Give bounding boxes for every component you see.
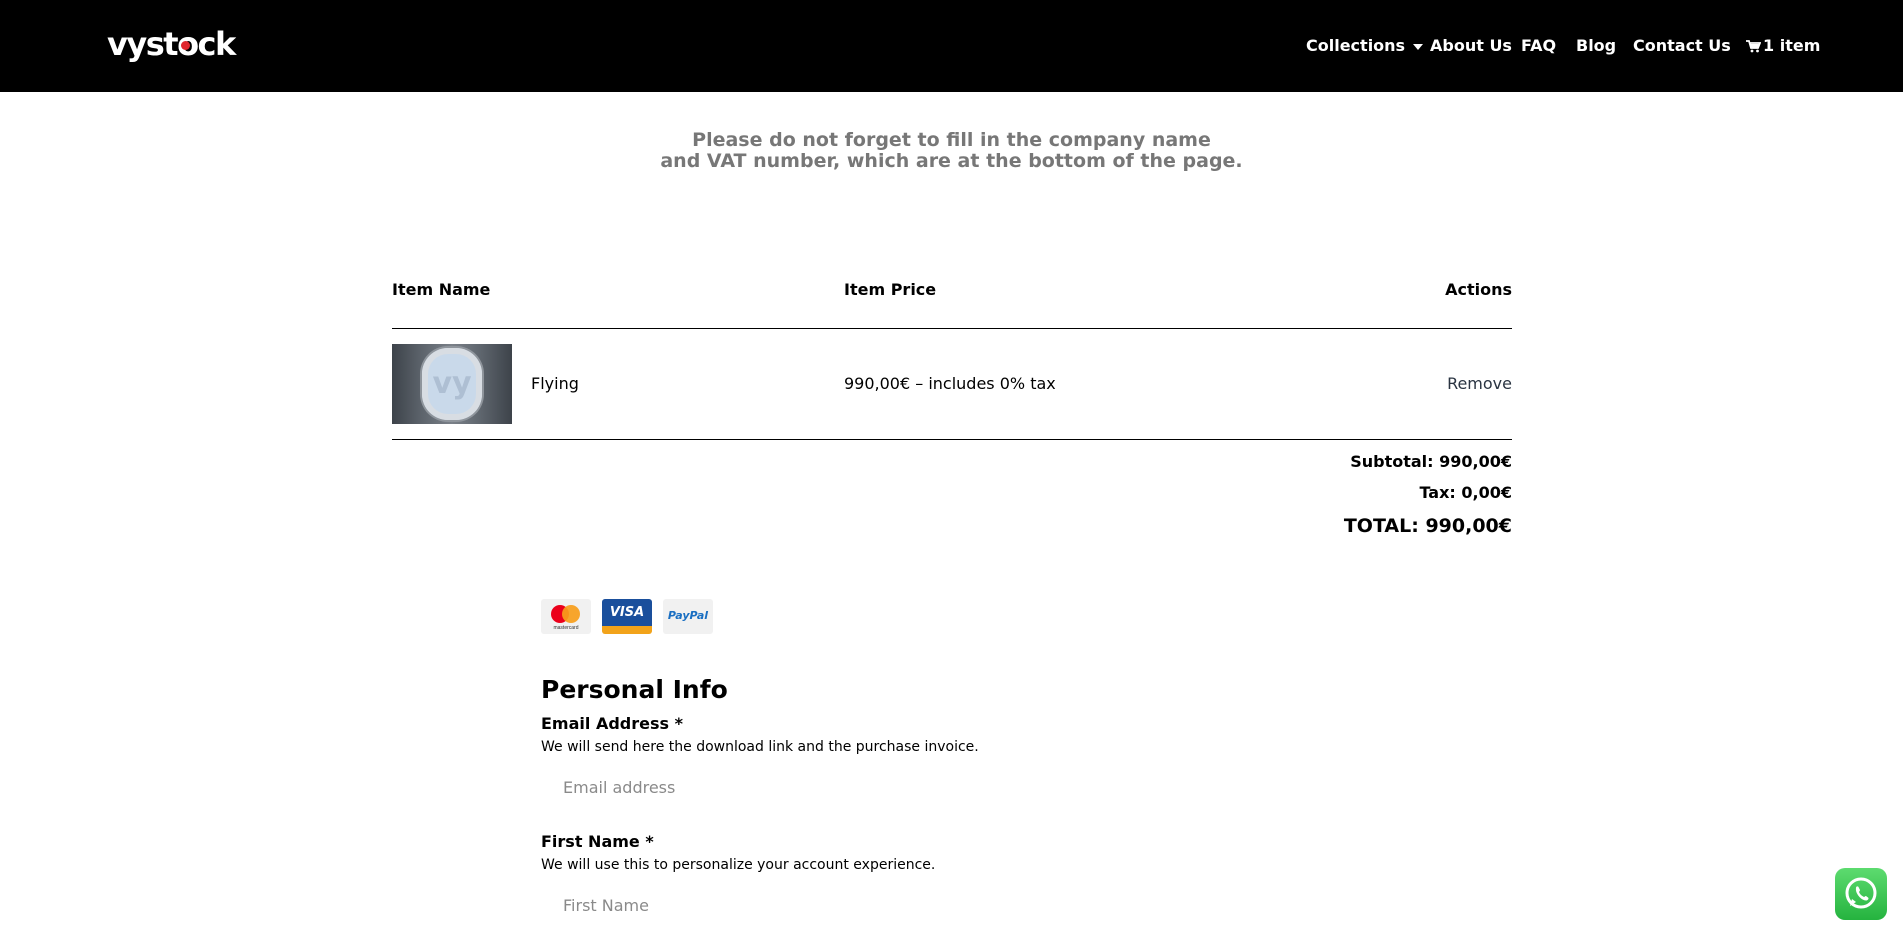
paypal-wordmark: PayPal [667,609,709,622]
remove-item-link[interactable]: Remove [1447,374,1512,394]
visa-icon: VISA [602,599,652,634]
column-header-item-name: Item Name [392,280,491,299]
nav-collections[interactable]: Collections [1306,36,1424,56]
notice-line-2: and VAT number, which are at the bottom … [660,150,1243,172]
table-footer-divider [392,439,1512,440]
mastercard-wordmark: mastercard [553,625,579,631]
item-name[interactable]: Flying [531,374,579,394]
watermark: vy [432,366,472,401]
chevron-down-icon [1413,43,1424,50]
personal-info-heading: Personal Info [541,675,728,704]
tax: Tax: 0,00€ [1419,483,1512,502]
cart-count-label: 1 item [1763,36,1821,55]
company-vat-notice: Please do not forget to fill in the comp… [0,130,1903,172]
notice-line-1: Please do not forget to fill in the comp… [692,129,1211,151]
first-name-input[interactable] [541,887,1241,923]
logo-dot [181,41,190,50]
email-description: We will send here the download link and … [541,739,979,755]
mastercard-icon: mastercard [541,599,591,634]
cart-icon [1746,40,1761,53]
visa-gold-band [602,626,652,634]
logo[interactable]: vystock [107,24,236,64]
nav-faq[interactable]: FAQ [1521,36,1556,56]
total: TOTAL: 990,00€ [1343,515,1512,537]
nav-collections-label: Collections [1306,36,1406,55]
subtotal: Subtotal: 990,00€ [1350,452,1512,471]
table-header-divider [392,328,1512,329]
whatsapp-chat-button[interactable] [1835,868,1887,920]
nav-blog[interactable]: Blog [1576,36,1616,56]
email-input[interactable] [541,769,1241,805]
whatsapp-icon [1845,877,1877,909]
visa-wordmark: VISA [609,605,645,620]
first-name-description: We will use this to personalize your acc… [541,857,936,873]
nav-contact-us[interactable]: Contact Us [1633,36,1731,56]
column-header-actions: Actions [1445,280,1512,299]
product-thumbnail[interactable]: vy [392,344,512,424]
column-header-item-price: Item Price [844,280,937,299]
nav-about-us[interactable]: About Us [1430,36,1512,56]
item-price: 990,00€ – includes 0% tax [844,374,1056,393]
email-label: Email Address * [541,714,683,733]
logo-text: vystock [107,25,236,63]
first-name-label: First Name * [541,832,654,851]
mastercard-yellow-circle [562,605,580,623]
paypal-icon: PayPal [663,599,713,634]
nav-cart[interactable]: 1 item [1746,36,1820,56]
site-header: vystock Collections About Us FAQ Blog Co… [0,0,1903,92]
